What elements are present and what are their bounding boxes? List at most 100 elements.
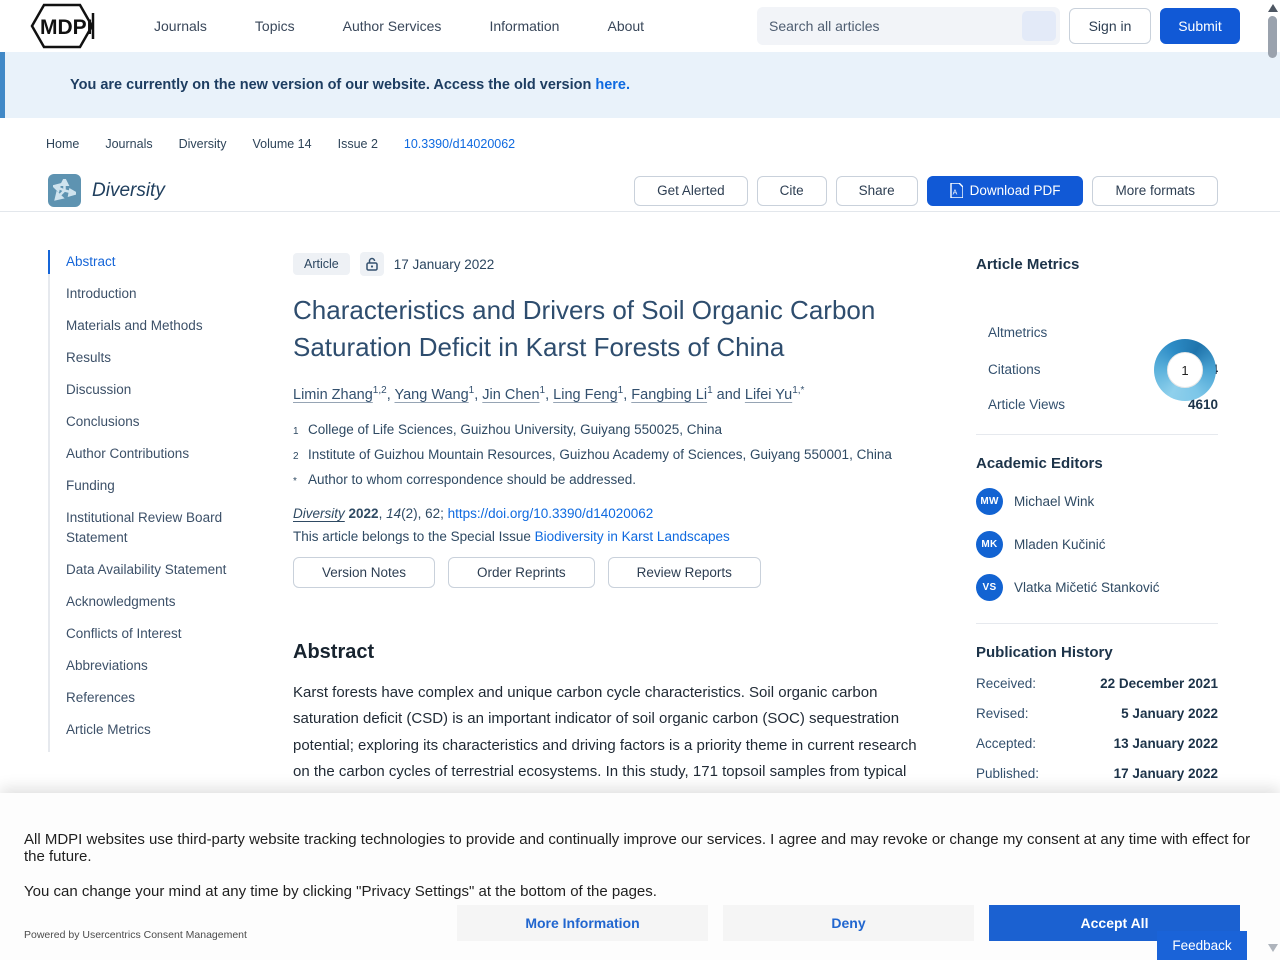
editor-row[interactable]: MK Mladen Kučinić bbox=[976, 531, 1218, 558]
author-link[interactable]: Limin Zhang bbox=[293, 387, 373, 403]
publication-date: 17 January 2022 bbox=[393, 256, 495, 272]
author-affil-sup: 1,* bbox=[792, 385, 805, 396]
metric-label: Article Views bbox=[988, 397, 1066, 412]
nav-author-services[interactable]: Author Services bbox=[319, 8, 466, 44]
toc-item-data-availability[interactable]: Data Availability Statement bbox=[66, 560, 282, 580]
toc-item-abbreviations[interactable]: Abbreviations bbox=[66, 656, 282, 676]
toc-item-article-metrics[interactable]: Article Metrics bbox=[66, 720, 282, 740]
editor-name: Michael Wink bbox=[1014, 494, 1095, 509]
breadcrumb-issue[interactable]: Issue 2 bbox=[338, 137, 378, 151]
special-issue-link[interactable]: Biodiversity in Karst Landscapes bbox=[535, 529, 730, 544]
cookie-consent-banner: All MDPI websites use third-party websit… bbox=[0, 793, 1280, 960]
breadcrumb-volume[interactable]: Volume 14 bbox=[253, 137, 312, 151]
download-pdf-button[interactable]: A Download PDF bbox=[926, 175, 1084, 206]
article-main-column: Article 17 January 2022 Characteristics … bbox=[293, 252, 936, 786]
affiliation-row: 2 Institute of Guizhou Mountain Resources… bbox=[293, 443, 936, 468]
version-notes-button[interactable]: Version Notes bbox=[293, 556, 436, 588]
toc-item-introduction[interactable]: Introduction bbox=[66, 284, 282, 304]
special-issue-prefix: This article belongs to the Special Issu… bbox=[293, 528, 535, 544]
nav-topics[interactable]: Topics bbox=[231, 8, 319, 44]
toc-item-conclusions[interactable]: Conclusions bbox=[66, 412, 282, 432]
toc-item-materials-methods[interactable]: Materials and Methods bbox=[66, 316, 282, 336]
vertical-scrollbar[interactable] bbox=[1266, 0, 1280, 960]
editor-name: Vlatka Mičetić Stanković bbox=[1014, 580, 1160, 595]
search-button[interactable] bbox=[1022, 11, 1056, 41]
get-alerted-button[interactable]: Get Alerted bbox=[634, 175, 748, 206]
metric-row-altmetrics: Altmetrics bbox=[976, 325, 1218, 340]
mdpi-logo[interactable]: MDPI bbox=[30, 3, 102, 49]
toc-item-funding[interactable]: Funding bbox=[66, 476, 282, 496]
article-toc-sidebar: Abstract Introduction Materials and Meth… bbox=[48, 250, 282, 752]
diversity-journal-icon[interactable] bbox=[48, 174, 81, 207]
history-row-published: Published: 17 January 2022 bbox=[976, 766, 1218, 781]
cite-button[interactable]: Cite bbox=[756, 175, 827, 206]
article-action-buttons: Version Notes Order Reprints Review Repo… bbox=[293, 556, 936, 588]
metric-label: Altmetrics bbox=[988, 325, 1048, 340]
toc-item-abstract[interactable]: Abstract bbox=[48, 250, 282, 274]
article-metrics-heading: Article Metrics bbox=[976, 256, 1080, 273]
citation-issue-pages: (2), 62; bbox=[401, 505, 448, 521]
cookie-text-line1: All MDPI websites use third-party websit… bbox=[24, 831, 1251, 865]
old-version-link[interactable]: here. bbox=[595, 77, 630, 93]
metric-label: Citations bbox=[988, 362, 1041, 377]
review-reports-button[interactable]: Review Reports bbox=[607, 556, 761, 588]
author-link[interactable]: Lifei Yu bbox=[745, 387, 792, 403]
toc-item-irb-statement[interactable]: Institutional Review Board Statement bbox=[66, 508, 282, 548]
author-sep: , bbox=[386, 386, 395, 403]
toc-item-discussion[interactable]: Discussion bbox=[66, 380, 282, 400]
toc-item-results[interactable]: Results bbox=[66, 348, 282, 368]
breadcrumb-doi-link[interactable]: 10.3390/d14020062 bbox=[404, 137, 515, 151]
scrollbar-thumb[interactable] bbox=[1268, 16, 1277, 58]
author-link[interactable]: Yang Wang bbox=[395, 387, 469, 403]
academic-editors-heading: Academic Editors bbox=[976, 455, 1103, 472]
toc-item-conflicts[interactable]: Conflicts of Interest bbox=[66, 624, 282, 644]
order-reprints-button[interactable]: Order Reprints bbox=[448, 556, 595, 588]
altmetric-score: 1 bbox=[1167, 352, 1203, 388]
author-link[interactable]: Jin Chen bbox=[482, 387, 539, 403]
cookie-text-line2: You can change your mind at any time by … bbox=[24, 883, 657, 900]
author-sep: and bbox=[712, 386, 745, 403]
author-link[interactable]: Fangbing Li bbox=[631, 387, 707, 403]
share-button[interactable]: Share bbox=[835, 175, 918, 206]
citation-volume: 14 bbox=[386, 505, 402, 521]
nav-information[interactable]: Information bbox=[465, 8, 583, 44]
feedback-button[interactable]: Feedback bbox=[1157, 931, 1247, 960]
download-pdf-label: Download PDF bbox=[969, 183, 1061, 198]
nav-journals[interactable]: Journals bbox=[130, 8, 231, 44]
more-information-button[interactable]: More Information bbox=[457, 905, 708, 941]
scroll-down-arrow-icon[interactable] bbox=[1268, 944, 1278, 952]
main-nav: Journals Topics Author Services Informat… bbox=[130, 8, 668, 44]
more-formats-button[interactable]: More formats bbox=[1092, 175, 1218, 206]
divider bbox=[976, 623, 1218, 624]
affil-marker: 1 bbox=[293, 425, 299, 437]
breadcrumb-journals[interactable]: Journals bbox=[105, 137, 152, 151]
citation-sep: , bbox=[378, 505, 387, 521]
scroll-up-arrow-icon[interactable] bbox=[1268, 4, 1278, 12]
svg-text:MDPI: MDPI bbox=[40, 16, 93, 39]
citation-line: Diversity 2022, 14(2), 62; https://doi.o… bbox=[293, 506, 936, 521]
history-label: Published: bbox=[976, 766, 1040, 781]
pdf-icon: A bbox=[949, 183, 963, 198]
special-issue-line: This article belongs to the Special Issu… bbox=[293, 529, 936, 544]
editor-row[interactable]: VS Vlatka Mičetić Stanković bbox=[976, 574, 1218, 601]
affil-text: Institute of Guizhou Mountain Resources,… bbox=[308, 446, 892, 462]
toc-item-references[interactable]: References bbox=[66, 688, 282, 708]
search-input[interactable] bbox=[757, 18, 1022, 34]
journal-title[interactable]: Diversity bbox=[92, 180, 165, 202]
sign-in-button[interactable]: Sign in bbox=[1069, 8, 1151, 44]
author-link[interactable]: Ling Feng bbox=[553, 387, 618, 403]
affil-marker: 2 bbox=[293, 450, 299, 462]
deny-button[interactable]: Deny bbox=[723, 905, 974, 941]
doi-link[interactable]: https://doi.org/10.3390/d14020062 bbox=[448, 506, 654, 521]
author-list: Limin Zhang1,2, Yang Wang1, Jin Chen1, L… bbox=[293, 385, 936, 403]
nav-about[interactable]: About bbox=[583, 8, 668, 44]
breadcrumb-home[interactable]: Home bbox=[46, 137, 79, 151]
toc-item-author-contributions[interactable]: Author Contributions bbox=[66, 444, 282, 464]
altmetric-donut-badge[interactable]: 1 bbox=[1154, 339, 1216, 401]
breadcrumb-diversity[interactable]: Diversity bbox=[179, 137, 227, 151]
abstract-heading: Abstract bbox=[293, 640, 375, 663]
citation-journal-link[interactable]: Diversity bbox=[293, 506, 345, 521]
editor-row[interactable]: MW Michael Wink bbox=[976, 488, 1218, 515]
toc-item-acknowledgments[interactable]: Acknowledgments bbox=[66, 592, 282, 612]
submit-button[interactable]: Submit bbox=[1160, 8, 1240, 44]
